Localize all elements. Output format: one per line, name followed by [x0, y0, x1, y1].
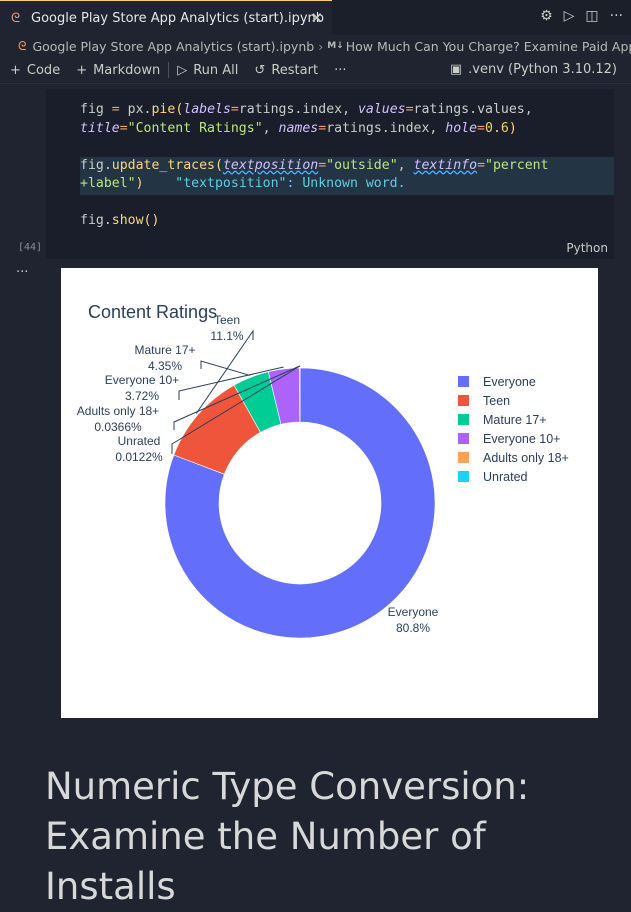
slice-label-pct-4: 0.0366% — [94, 420, 142, 434]
restart-button[interactable]: ↺ Restart — [254, 63, 318, 78]
run-all-icon: ▷ — [177, 63, 187, 78]
legend-swatch-3[interactable] — [458, 433, 469, 444]
legend-item-3[interactable]: Everyone 10+ — [483, 432, 560, 446]
slice-label-pct-1: 11.1% — [210, 329, 243, 343]
markdown-icon: M↓ — [327, 41, 344, 51]
legend-swatch-0[interactable] — [458, 376, 469, 387]
code-editor[interactable]: fig = px.pie(labels=ratings.index, value… — [80, 101, 549, 231]
add-markdown-button[interactable]: + Markdown — [76, 63, 160, 78]
execution-count: [44] — [18, 242, 42, 253]
tab-notebook[interactable]: ᘓ Google Play Store App Analytics (start… — [0, 0, 332, 35]
add-code-label: Code — [27, 63, 60, 78]
split-editor-icon[interactable]: ◫ — [585, 8, 598, 24]
legend-item-1[interactable]: Teen — [483, 394, 510, 408]
leader-line-2 — [201, 361, 250, 375]
code-cell[interactable]: fig = px.pie(labels=ratings.index, value… — [46, 89, 614, 259]
close-icon[interactable]: ✕ — [310, 9, 323, 27]
toolbar-divider — [168, 62, 169, 78]
chevron-right-icon: › — [318, 39, 323, 54]
slice-label-name-2: Mature 17+ — [134, 343, 195, 357]
kernel-icon: ▣ — [450, 62, 462, 77]
donut-chart: Content Ratings Everyone 80.8% Teen 11.1% Ma… — [61, 268, 598, 718]
legend-item-5[interactable]: Unrated — [483, 470, 528, 484]
restart-label: Restart — [271, 63, 318, 78]
legend-item-4[interactable]: Adults only 18+ — [483, 451, 569, 465]
editor-actions: ⚙ ▷ ◫ ··· — [540, 8, 623, 24]
slice-label-pct-3: 3.72% — [125, 389, 159, 403]
slice-label-pct-0: 80.8% — [396, 621, 430, 635]
kernel-label: .venv (Python 3.10.12) — [468, 62, 617, 77]
add-markdown-label: Markdown — [93, 63, 160, 78]
tab-title: Google Play Store App Analytics (start).… — [31, 11, 324, 26]
plus-icon: + — [10, 63, 21, 78]
restart-icon: ↺ — [254, 63, 265, 78]
output-more-icon[interactable]: ··· — [16, 265, 28, 280]
cell-language[interactable]: Python — [566, 241, 608, 255]
add-code-button[interactable]: + Code — [10, 63, 60, 78]
slice-label-name-1: Teen — [214, 313, 240, 327]
slice-label-name-0: Everyone — [388, 605, 439, 619]
legend-swatch-5[interactable] — [458, 471, 469, 482]
plot-output: Content Ratings Everyone 80.8% Teen 11.1% Ma… — [61, 268, 598, 718]
slice-label-name-4: Adults only 18+ — [77, 404, 159, 418]
breadcrumb-file[interactable]: Google Play Store App Analytics (start).… — [32, 39, 314, 54]
tab-bar: ᘓ Google Play Store App Analytics (start… — [0, 0, 631, 35]
kernel-picker[interactable]: ▣ .venv (Python 3.10.12) — [450, 62, 617, 77]
breadcrumb: ᘓ Google Play Store App Analytics (start… — [0, 35, 631, 57]
jupyter-icon: ᘓ — [18, 39, 26, 54]
chart-title: Content Ratings — [88, 302, 217, 322]
jupyter-icon: ᘓ — [11, 11, 25, 26]
gear-icon[interactable]: ⚙ — [540, 8, 553, 24]
slice-label-name-5: Unrated — [118, 434, 161, 448]
more-actions-icon[interactable]: ··· — [610, 8, 623, 24]
markdown-heading: Numeric Type Conversion: Examine the Num… — [45, 762, 625, 912]
slice-label-pct-2: 4.35% — [148, 359, 182, 373]
toolbar-more-button[interactable]: ··· — [334, 63, 346, 78]
breadcrumb-section[interactable]: How Much Can You Charge? Examine Paid Ap… — [346, 39, 631, 54]
run-icon[interactable]: ▷ — [564, 8, 575, 24]
legend-item-0[interactable]: Everyone — [483, 375, 536, 389]
run-all-button[interactable]: ▷ Run All — [177, 63, 238, 78]
legend-swatch-1[interactable] — [458, 395, 469, 406]
slice-label-name-3: Everyone 10+ — [105, 373, 179, 387]
legend-swatch-2[interactable] — [458, 414, 469, 425]
run-all-label: Run All — [193, 63, 238, 78]
notebook-toolbar: + Code + Markdown ▷ Run All ↺ Restart ··… — [0, 57, 631, 84]
slice-label-pct-5: 0.0122% — [115, 450, 163, 464]
legend-item-2[interactable]: Mature 17+ — [483, 413, 547, 427]
diagnostic-message: "textposition": Unknown word. — [175, 176, 405, 191]
legend-swatch-4[interactable] — [458, 452, 469, 463]
plus-icon: + — [76, 63, 87, 78]
